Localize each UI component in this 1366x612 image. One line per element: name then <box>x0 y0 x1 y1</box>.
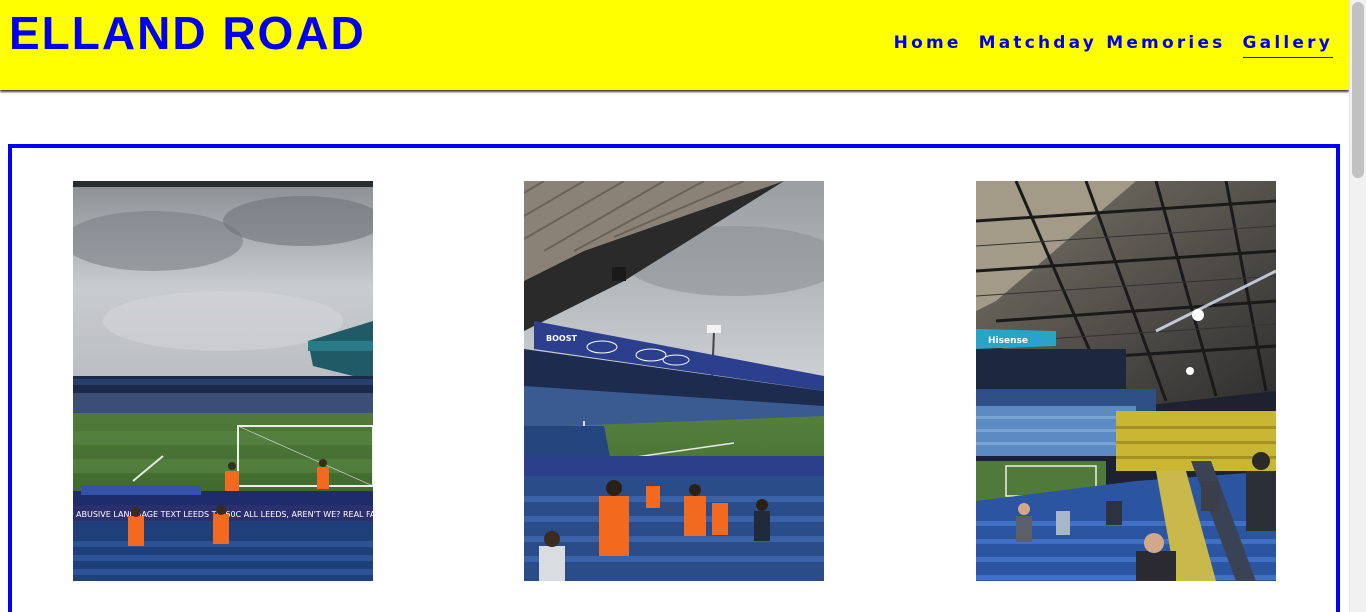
stadium-pitch-photo: ABUSIVE LANGUAGE TEXT LEEDS TO 60C ALL L… <box>73 181 373 581</box>
stadium-stand-photo: Hisense <box>976 181 1276 581</box>
main-nav: Home Matchday Memories Gallery <box>894 31 1333 58</box>
nav-matchday-memories[interactable]: Matchday Memories <box>979 31 1226 58</box>
site-title: ELLAND ROAD <box>9 7 366 59</box>
stadium-roof-photo: BOOST <box>524 181 824 581</box>
page-scrollbar[interactable] <box>1349 0 1366 612</box>
gallery-photo-2[interactable]: BOOST <box>524 181 824 581</box>
gallery-photo-3[interactable]: Hisense <box>976 181 1276 581</box>
scrollbar-thumb[interactable] <box>1352 2 1364 178</box>
nav-home[interactable]: Home <box>894 31 962 58</box>
page: ELLAND ROAD Home Matchday Memories Galle… <box>0 0 1349 612</box>
hisense-ad-text: Hisense <box>988 336 1028 346</box>
boost-ad-text: BOOST <box>546 334 577 343</box>
site-header: ELLAND ROAD Home Matchday Memories Galle… <box>0 0 1349 90</box>
nav-gallery[interactable]: Gallery <box>1242 31 1333 58</box>
gallery-photo-1[interactable]: ABUSIVE LANGUAGE TEXT LEEDS TO 60C ALL L… <box>73 181 373 581</box>
gallery-frame: ABUSIVE LANGUAGE TEXT LEEDS TO 60C ALL L… <box>8 144 1340 612</box>
